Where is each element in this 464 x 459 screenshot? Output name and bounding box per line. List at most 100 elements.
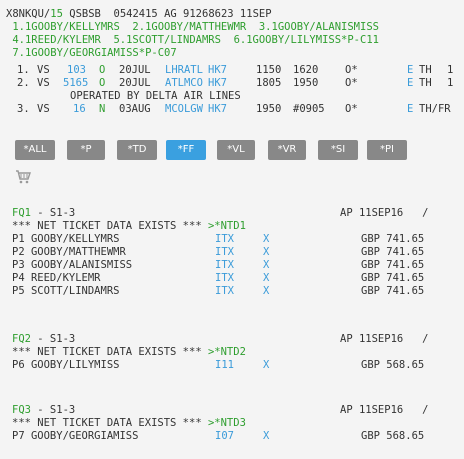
passenger-fare-name: P1 GOOBY/KELLYMRS [12,233,120,245]
fare-quote-link[interactable]: FQ3 [12,404,31,416]
segment-cls: O [99,64,106,76]
segment-dep: 1150 [256,64,282,76]
button-all[interactable]: *ALL [15,140,55,160]
button-vr[interactable]: *VR [268,140,306,160]
ntd-link[interactable]: >*NTD1 [208,220,246,232]
segment-arr: 1620 [293,64,319,76]
segment-num: 1. [17,64,30,76]
segment-carrier: VS [37,103,50,115]
segment-carrier: VS [37,77,50,89]
button-pi[interactable]: *PI [367,140,407,160]
fare-quote-link[interactable]: FQ1 [12,207,31,219]
fare-quote-header: FQ3 - S1-3 [12,404,75,417]
record-locator: X8NKQU/ [6,8,51,20]
button-si[interactable]: *SI [318,140,358,160]
passenger-names-row-2: 4.1REED/KYLEMR 5.1SCOTT/LINDAMRS 6.1GOOB… [6,34,379,46]
segment-flight: 16 [73,103,86,115]
passenger-fare-amount: GBP 741.65 [361,233,425,245]
segment-day: TH [419,64,432,76]
passenger-fare-x: X [263,259,270,271]
passenger-fare-x: X [263,272,270,284]
fare-quote-range: - S1-3 [30,333,76,345]
passenger-fare-amount: GBP 741.65 [361,259,425,271]
passenger-fare-x: X [263,285,270,297]
button-td[interactable]: *TD [117,140,157,160]
segment-flight: 5165 [63,77,89,89]
segment-n: 1 [447,64,454,76]
net-ticket-line: *** NET TICKET DATA EXISTS *** >*NTD1 [12,220,246,233]
net-ticket-text: *** NET TICKET DATA EXISTS *** [12,220,208,232]
ntd-link[interactable]: >*NTD3 [208,417,246,429]
fare-quote-range: - S1-3 [30,207,76,219]
segment-status: HK7 [208,77,227,89]
segment-e: E [407,77,414,89]
passenger-fare-x: X [263,246,270,258]
passenger-fare-amount: GBP 568.65 [361,430,425,442]
segment-route: LHRATL [165,64,203,76]
fare-quote-header: FQ1 - S1-3 [12,207,75,220]
fare-quote-link[interactable]: FQ2 [12,333,31,345]
shopping-cart-icon[interactable] [15,170,31,184]
passenger-fare-x: X [263,359,270,371]
fare-quote-ap: AP 11SEP16 / [340,207,429,219]
passenger-fare-code: ITX [215,246,234,258]
segment-day: TH/FR [419,103,451,115]
segment-status: HK7 [208,103,227,115]
passenger-fare-code: ITX [215,259,234,271]
segment-dep: 1950 [256,103,282,115]
segment-date: 03AUG [119,103,151,115]
button-ff[interactable]: *FF [166,140,206,160]
segment-cls: O [99,77,106,89]
segment-route: MCOLGW [165,103,203,115]
passenger-fare-x: X [263,430,270,442]
segment-num: 2. [17,77,30,89]
passenger-fare-amount: GBP 741.65 [361,285,425,297]
passenger-fare-name: P2 GOOBY/MATTHEWMR [12,246,126,258]
passenger-fare-code: I11 [215,359,234,371]
segment-flag: O* [345,103,358,115]
passenger-fare-name: P3 GOOBY/ALANISMISS [12,259,133,271]
button-p[interactable]: *P [67,140,105,160]
segment-num: 3. [17,103,30,115]
passenger-fare-code: ITX [215,233,234,245]
passenger-fare-code: I07 [215,430,234,442]
segment-arr: 1950 [293,77,319,89]
header-segment-count: 15 [50,8,63,20]
fare-quote-ap: AP 11SEP16 / [340,404,429,416]
fare-quote-ap: AP 11SEP16 / [340,333,429,345]
net-ticket-line: *** NET TICKET DATA EXISTS *** >*NTD2 [12,346,246,359]
passenger-fare-name: P4 REED/KYLEMR [12,272,101,284]
segment-cls: N [99,103,106,115]
passenger-fare-x: X [263,233,270,245]
segment-day: TH [419,77,432,89]
segment-date: 20JUL [119,64,151,76]
net-ticket-line: *** NET TICKET DATA EXISTS *** >*NTD3 [12,417,246,430]
passenger-fare-code: ITX [215,285,234,297]
segment-e: E [407,64,414,76]
button-vl[interactable]: *VL [217,140,255,160]
passenger-fare-name: P7 GOOBY/GEORGIAMISS [12,430,139,442]
segment-route: ATLMCO [165,77,203,89]
ntd-link[interactable]: >*NTD2 [208,346,246,358]
header-details: QSBSB 0542415 AG 91268623 11SEP [62,8,272,20]
passenger-fare-amount: GBP 568.65 [361,359,425,371]
segment-status: HK7 [208,64,227,76]
segment-flight: 103 [67,64,86,76]
net-ticket-text: *** NET TICKET DATA EXISTS *** [12,417,208,429]
segment-flag: O* [345,64,358,76]
operated-by-note: OPERATED BY DELTA AIR LINES [70,90,241,102]
pnr-header: X8NKQU/15 QSBSB 0542415 AG 91268623 11SE… [6,8,272,21]
passenger-fare-name: P5 SCOTT/LINDAMRS [12,285,120,297]
fare-quote-header: FQ2 - S1-3 [12,333,75,346]
segment-flag: O* [345,77,358,89]
passenger-names-row-1: 1.1GOOBY/KELLYMRS 2.1GOOBY/MATTHEWMR 3.1… [6,21,379,33]
segment-n: 1 [447,77,454,89]
segment-carrier: VS [37,64,50,76]
passenger-fare-amount: GBP 741.65 [361,272,425,284]
segment-dep: 1805 [256,77,282,89]
segment-e: E [407,103,414,115]
passenger-fare-name: P6 GOOBY/LILYMISS [12,359,120,371]
segment-date: 20JUL [119,77,151,89]
passenger-fare-code: ITX [215,272,234,284]
passenger-names-row-3: 7.1GOOBY/GEORGIAMISS*P-C07 [6,47,177,59]
